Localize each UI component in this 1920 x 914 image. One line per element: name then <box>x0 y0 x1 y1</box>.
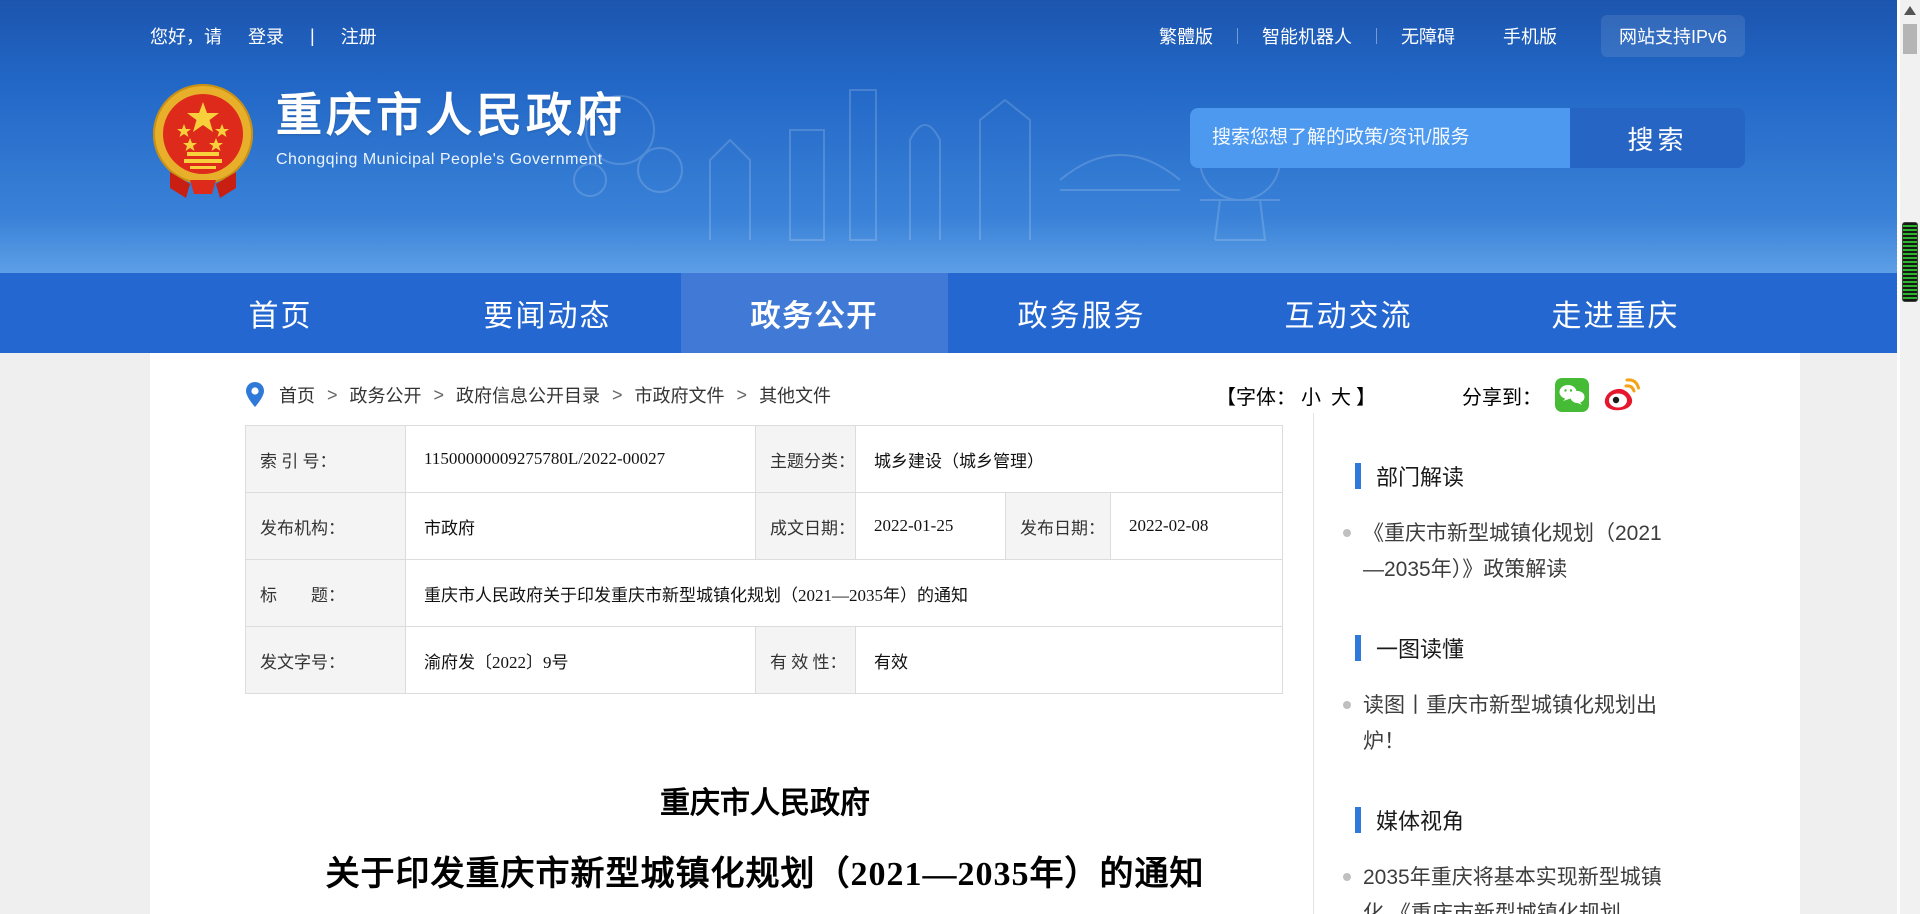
smart-robot-link[interactable]: 智能机器人 <box>1238 23 1376 49</box>
font-tool-suffix: 】 <box>1356 381 1376 410</box>
font-tool-prefix: 【字体： <box>1216 381 1296 410</box>
main-content: 首页 > 政务公开 > 政府信息公开目录 > 市政府文件 > 其他文件 【字体：… <box>0 353 1897 914</box>
document-metadata-table: 索 引 号： 11500000009275780L/2022-00027 主题分… <box>245 425 1283 694</box>
doc-number-label: 发文字号： <box>246 627 406 694</box>
section-accent-bar <box>1355 463 1361 489</box>
breadcrumb: 首页 > 政务公开 > 政府信息公开目录 > 市政府文件 > 其他文件 【字体：… <box>245 373 1640 417</box>
scrollbar-thumb[interactable] <box>1903 24 1917 54</box>
topic-category-label: 主题分类： <box>756 426 856 493</box>
breadcrumb-other-documents[interactable]: 其他文件 <box>759 382 831 408</box>
nav-item-news[interactable]: 要闻动态 <box>414 273 681 353</box>
share-label: 分享到： <box>1462 381 1542 410</box>
ipv6-badge[interactable]: 网站支持IPv6 <box>1601 15 1745 57</box>
breadcrumb-gov-disclosure[interactable]: 政务公开 <box>350 382 422 408</box>
site-subtitle: Chongqing Municipal People's Government <box>276 151 626 169</box>
nav-item-home[interactable]: 首页 <box>147 273 414 353</box>
breadcrumb-separator: > <box>612 385 623 406</box>
page: 您好，请 登录 | 注册 繁體版 智能机器人 无障碍 手机版 网站支持IPv6 <box>0 0 1920 914</box>
table-row: 标 题： 重庆市人民政府关于印发重庆市新型城镇化规划（2021—2035年）的通… <box>246 560 1283 627</box>
section-title: 媒体视角 <box>1376 804 1464 836</box>
login-register-divider: | <box>310 26 315 47</box>
sidebar-divider <box>1313 413 1314 914</box>
scroll-up-arrow-icon[interactable] <box>1904 6 1916 15</box>
sidebar-link-media-article[interactable]: 2035年重庆将基本实现新型城镇化 《重庆市新型城镇化规划（2021—2035年… <box>1335 860 1780 914</box>
section-title: 一图读懂 <box>1376 632 1464 664</box>
greeting-text: 您好，请 <box>150 23 222 49</box>
weibo-share-icon[interactable] <box>1602 377 1640 413</box>
header: 您好，请 登录 | 注册 繁體版 智能机器人 无障碍 手机版 网站支持IPv6 <box>0 0 1897 273</box>
sidebar-link-policy-interpretation[interactable]: 《重庆市新型城镇化规划（2021—2035年）》政策解读 <box>1335 516 1780 588</box>
bullet-dot-icon <box>1343 701 1351 709</box>
sidebar-section-media-view: 媒体视角 <box>1355 804 1780 836</box>
sidebar-section-infographic: 一图读懂 <box>1355 632 1780 664</box>
register-link[interactable]: 注册 <box>341 23 377 49</box>
accessibility-link[interactable]: 无障碍 <box>1377 23 1479 49</box>
table-row: 索 引 号： 11500000009275780L/2022-00027 主题分… <box>246 426 1283 493</box>
content-card: 首页 > 政务公开 > 政府信息公开目录 > 市政府文件 > 其他文件 【字体：… <box>150 353 1800 914</box>
nav-item-about-chongqing[interactable]: 走进重庆 <box>1482 273 1749 353</box>
publish-date-value: 2022-02-08 <box>1111 493 1283 560</box>
vertical-scrollbar[interactable] <box>1900 0 1920 914</box>
section-title: 部门解读 <box>1376 460 1464 492</box>
wechat-share-icon[interactable] <box>1554 377 1590 413</box>
validity-label: 有 效 性： <box>756 627 856 694</box>
search-input[interactable] <box>1190 108 1570 168</box>
breadcrumb-home[interactable]: 首页 <box>279 382 315 408</box>
scrollbar-marker-widget <box>1902 222 1918 302</box>
topic-category-value: 城乡建设（城乡管理） <box>856 426 1283 493</box>
search-box: 搜索 <box>1190 108 1745 168</box>
sidebar-section-department-interpretation: 部门解读 <box>1355 460 1780 492</box>
document-issuer-title: 重庆市人民政府 <box>245 778 1285 822</box>
section-accent-bar <box>1355 635 1361 661</box>
breadcrumb-separator: > <box>434 385 445 406</box>
sidebar: 部门解读 《重庆市新型城镇化规划（2021—2035年）》政策解读 一图读懂 读… <box>1335 460 1780 914</box>
nav-item-gov-services[interactable]: 政务服务 <box>948 273 1215 353</box>
index-number-value: 11500000009275780L/2022-00027 <box>406 426 756 493</box>
site-logo[interactable]: 重庆市人民政府 Chongqing Municipal People's Gov… <box>150 80 626 200</box>
search-button[interactable]: 搜索 <box>1570 108 1745 168</box>
table-row: 发布机构： 市政府 成文日期： 2022-01-25 发布日期： 2022-02… <box>246 493 1283 560</box>
index-number-label: 索 引 号： <box>246 426 406 493</box>
table-row: 发文字号： 渝府发〔2022〕9号 有 效 性： 有效 <box>246 627 1283 694</box>
bullet-dot-icon <box>1343 529 1351 537</box>
breadcrumb-info-catalog[interactable]: 政府信息公开目录 <box>456 382 600 408</box>
font-large-button[interactable]: 大 <box>1331 381 1351 410</box>
site-title: 重庆市人民政府 <box>276 88 626 143</box>
doc-number-value: 渝府发〔2022〕9号 <box>406 627 756 694</box>
title-value: 重庆市人民政府关于印发重庆市新型城镇化规划（2021—2035年）的通知 <box>406 560 1283 627</box>
sidebar-link-text: 《重庆市新型城镇化规划（2021—2035年）》政策解读 <box>1363 516 1681 588</box>
publish-date-label: 发布日期： <box>1006 493 1111 560</box>
font-size-tool: 【字体： 小 大 】 <box>1216 381 1376 410</box>
location-pin-icon <box>245 381 265 409</box>
title-label: 标 题： <box>246 560 406 627</box>
sidebar-link-infographic[interactable]: 读图丨重庆市新型城镇化规划出炉！ <box>1335 688 1780 760</box>
traditional-chinese-link[interactable]: 繁體版 <box>1135 23 1237 49</box>
mobile-version-link[interactable]: 手机版 <box>1479 23 1581 49</box>
nav-item-interaction[interactable]: 互动交流 <box>1215 273 1482 353</box>
written-date-label: 成文日期： <box>756 493 856 560</box>
sidebar-link-text: 读图丨重庆市新型城镇化规划出炉！ <box>1363 688 1681 760</box>
section-accent-bar <box>1355 807 1361 833</box>
document-heading: 重庆市人民政府 关于印发重庆市新型城镇化规划（2021—2035年）的通知 渝府… <box>245 778 1285 914</box>
national-emblem-icon <box>150 80 256 200</box>
breadcrumb-separator: > <box>327 385 338 406</box>
nav-item-gov-disclosure[interactable]: 政务公开 <box>681 273 948 353</box>
font-small-button[interactable]: 小 <box>1301 381 1321 410</box>
document-main-title: 关于印发重庆市新型城镇化规划（2021—2035年）的通知 <box>245 846 1285 895</box>
written-date-value: 2022-01-25 <box>856 493 1006 560</box>
issuing-agency-value: 市政府 <box>406 493 756 560</box>
validity-value: 有效 <box>856 627 1283 694</box>
main-nav: 首页 要闻动态 政务公开 政务服务 互动交流 走进重庆 <box>0 273 1897 353</box>
issuing-agency-label: 发布机构： <box>246 493 406 560</box>
bullet-dot-icon <box>1343 873 1351 881</box>
top-utility-bar: 您好，请 登录 | 注册 繁體版 智能机器人 无障碍 手机版 网站支持IPv6 <box>0 0 1897 72</box>
sidebar-link-text: 2035年重庆将基本实现新型城镇化 《重庆市新型城镇化规划（2021—2035年… <box>1363 860 1681 914</box>
login-link[interactable]: 登录 <box>248 23 284 49</box>
breadcrumb-separator: > <box>737 385 748 406</box>
breadcrumb-city-documents[interactable]: 市政府文件 <box>635 382 725 408</box>
